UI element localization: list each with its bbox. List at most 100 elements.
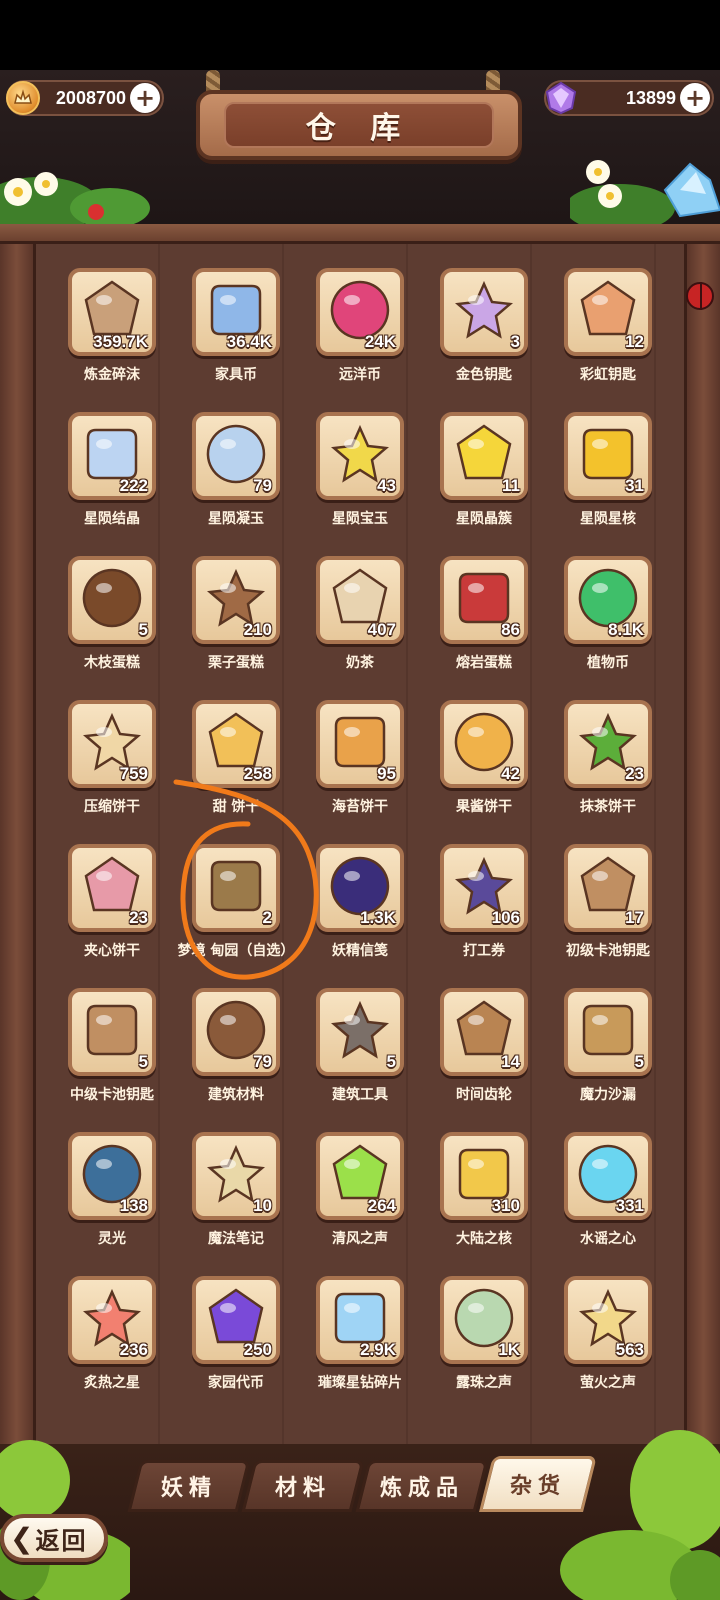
item-tile[interactable]: 5: [564, 988, 652, 1076]
item-count: 310: [491, 1196, 520, 1215]
item-tile[interactable]: 79: [192, 412, 280, 500]
inventory-item[interactable]: 5 木枝蛋糕: [58, 556, 178, 686]
inventory-item[interactable]: 1.3K 妖精信笺: [306, 844, 426, 974]
item-tile[interactable]: 563: [564, 1276, 652, 1364]
inventory-item[interactable]: 310 大陆之核: [430, 1132, 550, 1262]
item-tile[interactable]: 17: [564, 844, 652, 932]
inventory-item[interactable]: 236 炙热之星: [58, 1276, 178, 1406]
item-tile[interactable]: 264: [316, 1132, 404, 1220]
item-tile[interactable]: 95: [316, 700, 404, 788]
inventory-item[interactable]: 563 萤火之声: [554, 1276, 674, 1406]
inventory-item[interactable]: 23 抹茶饼干: [554, 700, 674, 830]
item-tile[interactable]: 331: [564, 1132, 652, 1220]
inventory-item[interactable]: 759 压缩饼干: [58, 700, 178, 830]
inventory-item[interactable]: 5 中级卡池钥匙: [58, 988, 178, 1118]
inventory-item[interactable]: 106 打工券: [430, 844, 550, 974]
item-tile[interactable]: 258: [192, 700, 280, 788]
flowers-decoration-left: [0, 172, 150, 230]
inventory-item[interactable]: 210 栗子蛋糕: [182, 556, 302, 686]
item-count: 563: [615, 1340, 644, 1359]
inventory-item[interactable]: 264 清风之声: [306, 1132, 426, 1262]
inventory-item[interactable]: 79 建筑材料: [182, 988, 302, 1118]
item-label: 清风之声: [332, 1231, 388, 1247]
tab-label: 妖精: [160, 1476, 217, 1501]
inventory-item[interactable]: 2 梦境 甸园（自选）: [178, 844, 302, 974]
inventory-item[interactable]: 11 星陨晶簇: [430, 412, 550, 542]
inventory-item[interactable]: 407 奶茶: [306, 556, 426, 686]
inventory-item[interactable]: 43 星陨宝玉: [306, 412, 426, 542]
item-label: 魔法笔记: [208, 1231, 264, 1247]
item-tile[interactable]: 10: [192, 1132, 280, 1220]
item-count: 2.9K: [360, 1340, 396, 1359]
item-tile[interactable]: 8.1K: [564, 556, 652, 644]
item-tile[interactable]: 236: [68, 1276, 156, 1364]
tab-materials[interactable]: 材料: [241, 1460, 365, 1512]
tab-refined-goods[interactable]: 炼成品: [355, 1460, 489, 1512]
tab-fairy[interactable]: 妖精: [127, 1460, 251, 1512]
item-tile[interactable]: 14: [440, 988, 528, 1076]
item-tile[interactable]: 138: [68, 1132, 156, 1220]
item-tile[interactable]: 407: [316, 556, 404, 644]
item-tile[interactable]: 79: [192, 988, 280, 1076]
item-count: 236: [119, 1340, 148, 1359]
item-tile[interactable]: 24K: [316, 268, 404, 356]
inventory-item[interactable]: 250 家园代币: [182, 1276, 302, 1406]
item-tile[interactable]: 43: [316, 412, 404, 500]
item-tile[interactable]: 250: [192, 1276, 280, 1364]
item-tile[interactable]: 759: [68, 700, 156, 788]
item-tile[interactable]: 23: [564, 700, 652, 788]
item-tile[interactable]: 12: [564, 268, 652, 356]
item-tile[interactable]: 42: [440, 700, 528, 788]
inventory-item[interactable]: 5 建筑工具: [306, 988, 426, 1118]
item-tile[interactable]: 1K: [440, 1276, 528, 1364]
item-tile[interactable]: 5: [316, 988, 404, 1076]
item-tile[interactable]: 31: [564, 412, 652, 500]
item-label: 星陨结晶: [84, 511, 140, 527]
inventory-item[interactable]: 138 灵光: [58, 1132, 178, 1262]
inventory-item[interactable]: 2.9K 璀璨星钻碎片: [306, 1276, 426, 1406]
inventory-item[interactable]: 42 果酱饼干: [430, 700, 550, 830]
item-tile[interactable]: 23: [68, 844, 156, 932]
item-tile[interactable]: 2.9K: [316, 1276, 404, 1364]
tab-misc[interactable]: 杂货: [479, 1456, 597, 1512]
back-button[interactable]: ❮ 返回: [0, 1514, 108, 1562]
item-tile[interactable]: 36.4K: [192, 268, 280, 356]
item-tile[interactable]: 106: [440, 844, 528, 932]
inventory-item[interactable]: 31 星陨星核: [554, 412, 674, 542]
item-tile[interactable]: 310: [440, 1132, 528, 1220]
add-gold-button[interactable]: +: [130, 83, 160, 113]
item-tile[interactable]: 11: [440, 412, 528, 500]
tab-label: 材料: [274, 1476, 331, 1501]
inventory-item[interactable]: 95 海苔饼干: [306, 700, 426, 830]
inventory-item[interactable]: 79 星陨凝玉: [182, 412, 302, 542]
inventory-item[interactable]: 3 金色钥匙: [430, 268, 550, 398]
add-gems-button[interactable]: +: [680, 83, 710, 113]
item-tile[interactable]: 1.3K: [316, 844, 404, 932]
item-label: 炙热之星: [84, 1375, 140, 1391]
item-tile[interactable]: 3: [440, 268, 528, 356]
inventory-item[interactable]: 8.1K 植物币: [554, 556, 674, 686]
item-tile[interactable]: 359.7K: [68, 268, 156, 356]
item-tile[interactable]: 222: [68, 412, 156, 500]
inventory-item[interactable]: 86 熔岩蛋糕: [430, 556, 550, 686]
inventory-item[interactable]: 331 水谣之心: [554, 1132, 674, 1262]
item-tile[interactable]: 210: [192, 556, 280, 644]
item-tile[interactable]: 86: [440, 556, 528, 644]
inventory-item[interactable]: 36.4K 家具币: [182, 268, 302, 398]
item-tile[interactable]: 5: [68, 988, 156, 1076]
inventory-item[interactable]: 10 魔法笔记: [182, 1132, 302, 1262]
item-label: 甜 饼干: [212, 799, 260, 815]
inventory-item[interactable]: 17 初级卡池钥匙: [554, 844, 674, 974]
inventory-item[interactable]: 14 时间齿轮: [430, 988, 550, 1118]
item-label: 大陆之核: [456, 1231, 512, 1247]
inventory-item[interactable]: 359.7K 炼金碎沫: [58, 268, 178, 398]
item-tile[interactable]: 5: [68, 556, 156, 644]
inventory-item[interactable]: 23 夹心饼干: [58, 844, 178, 974]
inventory-item[interactable]: 1K 露珠之声: [430, 1276, 550, 1406]
inventory-item[interactable]: 12 彩虹钥匙: [554, 268, 674, 398]
item-tile[interactable]: 2: [192, 844, 280, 932]
inventory-item[interactable]: 222 星陨结晶: [58, 412, 178, 542]
inventory-item[interactable]: 258 甜 饼干: [182, 700, 302, 830]
inventory-item[interactable]: 24K 远洋币: [306, 268, 426, 398]
inventory-item[interactable]: 5 魔力沙漏: [554, 988, 674, 1118]
